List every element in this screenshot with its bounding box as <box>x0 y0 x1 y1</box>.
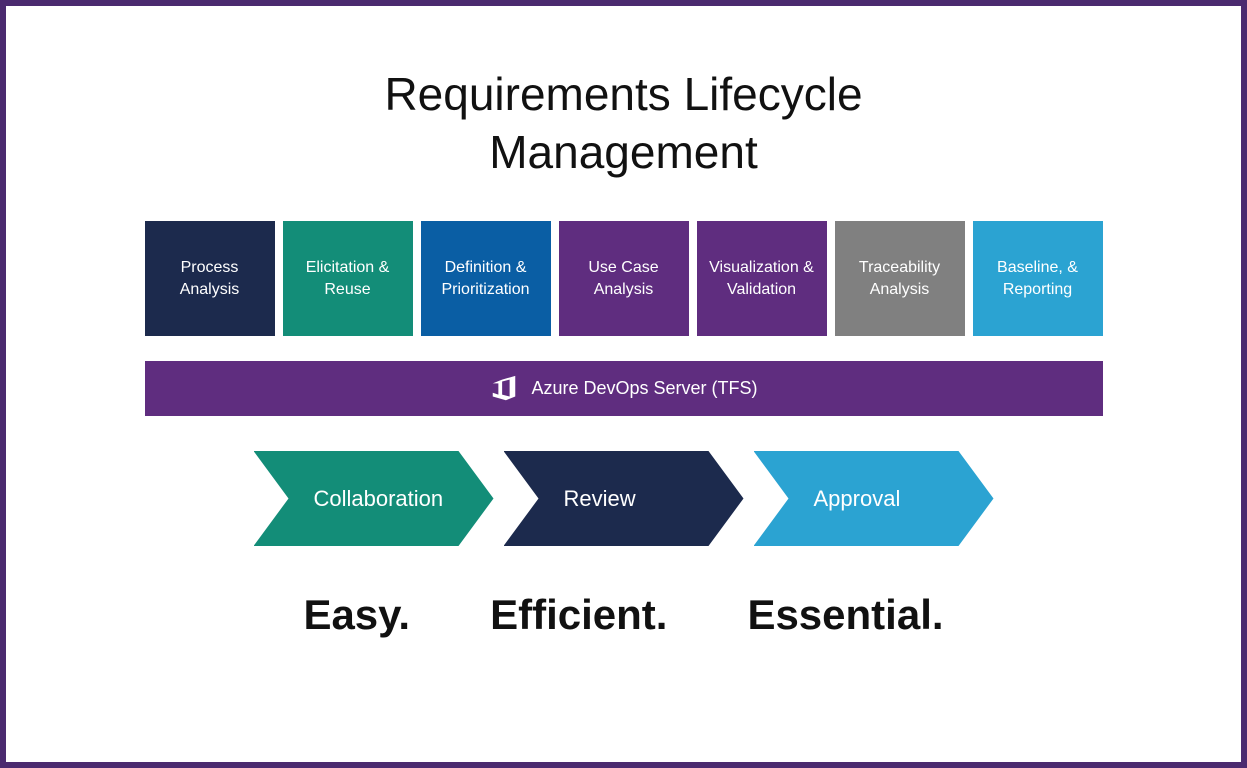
diagram-frame: Requirements LifecycleManagement Process… <box>0 0 1247 768</box>
chevron-approval: Approval <box>754 451 994 546</box>
tile-process-analysis: Process Analysis <box>145 221 275 336</box>
process-chevrons: Collaboration Review Approval <box>254 451 994 546</box>
tagline-efficient: Efficient. <box>490 591 667 639</box>
tagline-easy: Easy. <box>303 591 410 639</box>
chevron-review: Review <box>504 451 744 546</box>
platform-bar: Azure DevOps Server (TFS) <box>145 361 1103 416</box>
tile-traceability-analysis: Traceability Analysis <box>835 221 965 336</box>
tile-elicitation-reuse: Elicitation & Reuse <box>283 221 413 336</box>
tile-use-case-analysis: Use Case Analysis <box>559 221 689 336</box>
tagline-essential: Essential. <box>747 591 943 639</box>
chevron-collaboration: Collaboration <box>254 451 494 546</box>
platform-label: Azure DevOps Server (TFS) <box>531 378 757 399</box>
tile-definition-prioritization: Definition & Prioritization <box>421 221 551 336</box>
tagline-row: Easy. Efficient. Essential. <box>303 591 943 639</box>
azure-devops-icon <box>489 374 519 404</box>
capability-tiles-row: Process Analysis Elicitation & Reuse Def… <box>145 221 1103 336</box>
tile-visualization-validation: Visualization & Validation <box>697 221 827 336</box>
tile-baseline-reporting: Baseline, & Reporting <box>973 221 1103 336</box>
diagram-title: Requirements LifecycleManagement <box>384 66 862 181</box>
